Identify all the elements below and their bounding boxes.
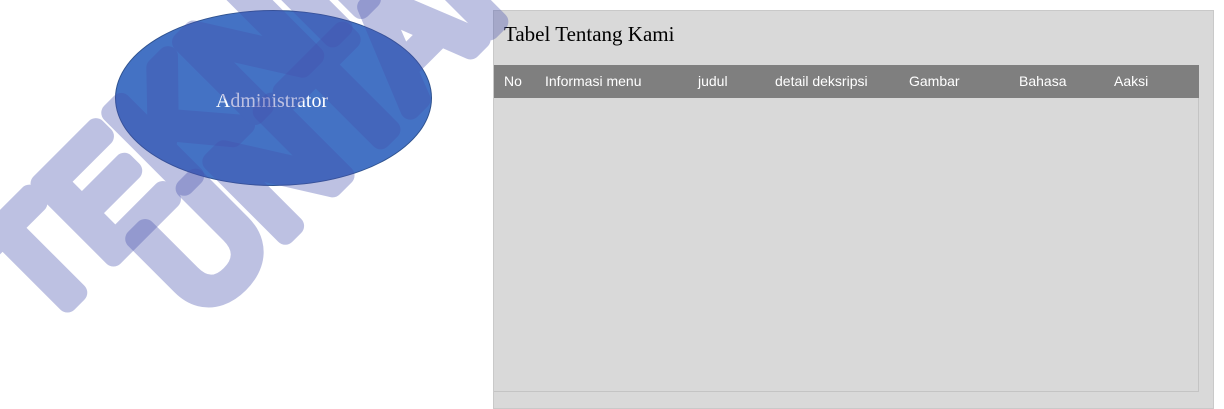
column-header-judul: judul	[698, 73, 728, 89]
panel-title: Tabel Tentang Kami	[504, 22, 675, 46]
table-body	[494, 98, 1199, 392]
table-panel: Tabel Tentang Kami No Informasi menu jud…	[493, 10, 1214, 409]
administrator-label: Administrator	[215, 89, 329, 112]
administrator-ellipse: Administrator	[115, 10, 432, 186]
column-header-aksi: Aaksi	[1114, 73, 1149, 89]
table-header: No Informasi menu judul detail deksripsi…	[494, 65, 1199, 98]
column-header-bahasa: Bahasa	[1019, 73, 1067, 89]
column-header-informasi-menu: Informasi menu	[545, 73, 642, 89]
column-header-no: No	[504, 73, 522, 89]
column-header-detail-deskripsi: detail deksripsi	[775, 73, 868, 89]
column-header-gambar: Gambar	[909, 73, 960, 89]
